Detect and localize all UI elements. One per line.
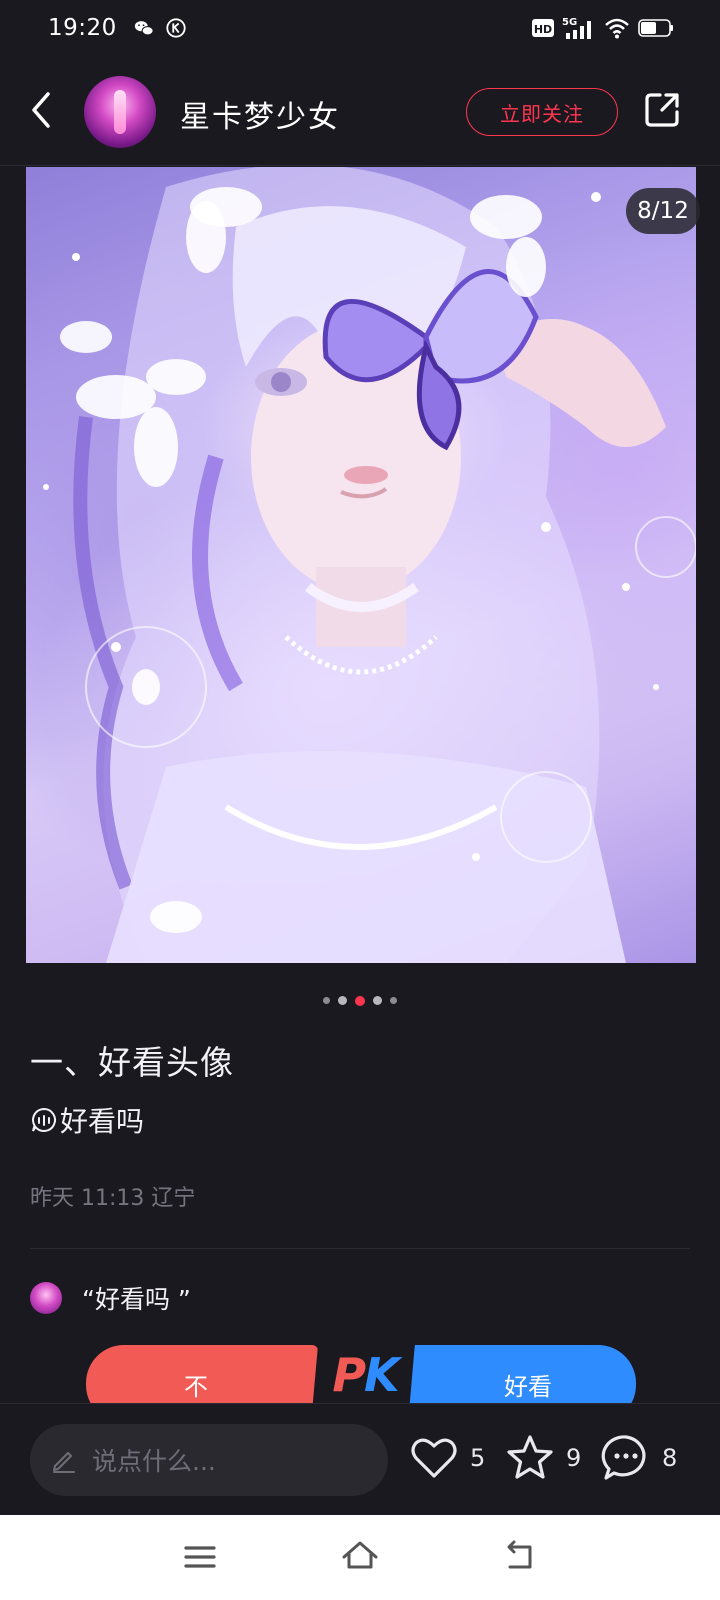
favorite-count: 9 [566, 1444, 582, 1472]
follow-button[interactable]: 立即关注 [466, 88, 618, 136]
home-icon[interactable] [340, 1537, 380, 1577]
topic-label: 好看吗 [60, 1105, 145, 1138]
heart-icon [411, 1438, 457, 1478]
topic-icon [32, 1107, 56, 1132]
vote-option-right-label: 好看 [504, 1372, 552, 1401]
wechat-icon [134, 21, 154, 36]
pk-letter-p: P [332, 1348, 366, 1402]
back-arrow-icon[interactable] [26, 90, 56, 130]
star-icon [507, 1435, 553, 1479]
chat-bubble-icon [601, 1435, 646, 1480]
menu-icon[interactable] [180, 1537, 220, 1577]
status-time: 19:20 [48, 15, 117, 41]
like-count: 5 [470, 1444, 486, 1472]
pk-letter-k: K [364, 1348, 400, 1402]
5g-signal-icon: 5G [562, 17, 591, 39]
post-image[interactable] [26, 167, 696, 963]
image-page-indicator: 8/12 [626, 188, 700, 234]
post-header: 星卡梦少女 立即关注 [0, 56, 720, 166]
vote-question: “好看吗 ” [82, 1285, 191, 1314]
author-avatar[interactable] [84, 76, 156, 148]
illustration-art [43, 167, 696, 963]
system-nav-bar [0, 1515, 720, 1600]
pk-vote: 不 PK 好看 [86, 1345, 636, 1423]
comment-input[interactable]: 说点什么... [30, 1424, 388, 1496]
status-bar: 19:20 HD 5G [0, 0, 720, 56]
comment-count: 8 [662, 1444, 678, 1472]
carousel-dots [0, 995, 720, 1006]
pencil-icon [53, 1452, 75, 1473]
svg-text:5G: 5G [562, 17, 577, 28]
bottom-action-bar: 说点什么... 5 9 8 [0, 1403, 720, 1515]
post-meta: 昨天 11:13 辽宁 [30, 1186, 196, 1211]
avatar-figure [114, 90, 126, 134]
svg-text:HD: HD [534, 23, 552, 36]
wifi-icon [605, 18, 629, 39]
author-name[interactable]: 星卡梦少女 [180, 92, 340, 136]
carousel-dot [338, 996, 347, 1005]
post-title: 一、好看头像 [30, 1043, 234, 1082]
hd-icon: HD [532, 19, 554, 37]
vote-author-avatar [30, 1282, 62, 1314]
carousel-dot [390, 997, 397, 1004]
pk-label: PK [322, 1347, 408, 1403]
divider [30, 1248, 690, 1249]
comment-placeholder: 说点什么... [92, 1447, 216, 1476]
like-button[interactable]: 5 [408, 1432, 485, 1484]
comment-button[interactable]: 8 [600, 1432, 677, 1484]
battery-icon [638, 19, 673, 37]
favorite-button[interactable]: 9 [504, 1432, 581, 1484]
post-topic[interactable]: 好看吗 [30, 1100, 144, 1140]
carousel-dot [373, 996, 382, 1005]
share-icon[interactable] [642, 90, 682, 130]
k-icon [166, 18, 186, 38]
carousel-dot [323, 997, 330, 1004]
carousel-dot-active [355, 995, 365, 1006]
back-icon[interactable] [500, 1537, 540, 1577]
vote-option-left-label: 不 [184, 1372, 208, 1401]
